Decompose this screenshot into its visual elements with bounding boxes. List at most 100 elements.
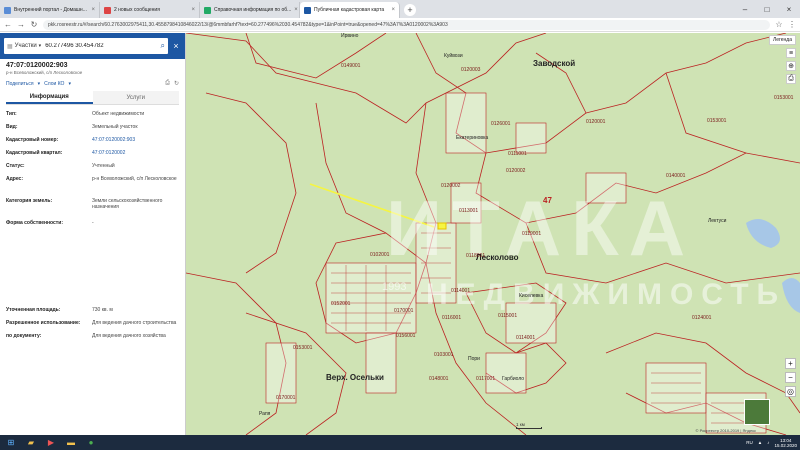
forward-icon[interactable]: → (17, 20, 25, 29)
map-controls: Легенда ≡ ⊕ ⎙ (768, 35, 796, 84)
close-tab-icon[interactable]: × (191, 7, 195, 13)
quarter-label: 0126001 (491, 121, 511, 127)
quarter-label: 0114001 (451, 288, 471, 294)
attribute-list-area: Уточненная площадь: 730 кв. м Разрешенное… (0, 305, 186, 344)
quarter-label: 0153001 (707, 118, 727, 124)
chevron-down-icon: ▾ (38, 43, 42, 49)
system-tray: RU ▲ ♪ 13:04 15.02.2020 (746, 438, 797, 448)
quarter-label: 0153001 (293, 345, 313, 351)
search-icon[interactable]: ⌕ (161, 41, 165, 51)
watermark-subtitle: НЕДВИЖИМОСТЬ (426, 278, 787, 311)
network-icon[interactable]: ▲ (758, 440, 762, 445)
tab-services[interactable]: Услуги (92, 91, 179, 104)
quarter-label: 0113001 (459, 208, 479, 214)
place-irvino: Ирвино (341, 33, 359, 39)
attribute-row: Форма собственности: - (6, 220, 94, 226)
cadastral-quarter-link[interactable]: 47:07:0120002 (92, 150, 179, 156)
attribute-row: по документу: Для ведения дачного хозяйст… (6, 333, 166, 339)
close-tab-icon[interactable]: × (91, 7, 95, 13)
quarter-label: 0115001 (498, 313, 518, 319)
close-panel-icon[interactable]: × (171, 41, 181, 51)
refresh-icon[interactable]: ↻ (174, 80, 179, 87)
browser-tab-active[interactable]: Публичная кадастровая карта × (300, 2, 400, 18)
chrome-icon[interactable]: ● (83, 437, 99, 449)
search-type-select[interactable]: ▦ Участки ▾ (7, 43, 41, 50)
cadastral-number-link[interactable]: 47:07:0120002:903 (92, 137, 179, 143)
favicon-icon (104, 6, 111, 14)
browser-tab[interactable]: 2 новых сообщения × (100, 2, 200, 18)
measure-icon[interactable]: ⊕ (786, 61, 796, 71)
quarter-label: 0148001 (429, 376, 449, 382)
place-lektuzi: Лектуси (708, 218, 727, 224)
clock[interactable]: 13:04 15.02.2020 (774, 438, 797, 448)
place-kiselevka: Киселевка (519, 293, 544, 299)
object-header: 47:07:0120002:903 р-н Всеволожский, с/п … (0, 59, 185, 78)
favicon-icon (4, 6, 11, 14)
favicon-icon (304, 6, 311, 14)
selected-parcel[interactable] (437, 222, 447, 230)
quarter-label: 0170001 (394, 308, 414, 314)
quarter-label: 0111001 (508, 151, 527, 157)
lang-indicator[interactable]: RU (746, 440, 753, 445)
search-input[interactable] (45, 43, 157, 49)
attribute-row: Адрес: р-н Всеволожский, с/п Лесколовское (6, 176, 177, 182)
place-verkh-oselki: Верх. Осельки (326, 373, 384, 382)
quarter-label: 0118001 (466, 253, 486, 259)
basemap-switcher[interactable] (744, 399, 770, 425)
print-icon[interactable]: ⎙ (165, 80, 170, 87)
star-icon[interactable]: ☆ (775, 20, 783, 29)
chevron-down-icon: ▾ (68, 80, 71, 87)
place-lemboloro: Гарбиоло (502, 376, 525, 382)
close-tab-icon[interactable]: × (294, 7, 298, 13)
volume-icon[interactable]: ♪ (767, 440, 769, 445)
maximize-icon[interactable]: □ (756, 0, 778, 18)
zoom-in-button[interactable]: + (785, 358, 796, 369)
new-tab-button[interactable]: + (404, 4, 416, 16)
media-icon[interactable]: ▶ (43, 437, 59, 449)
zoom-out-button[interactable]: − (785, 372, 796, 383)
attribute-row: Вид: Земельный участок (6, 124, 138, 130)
quarter-label: 0156001 (396, 333, 416, 339)
start-icon[interactable]: ⊞ (3, 437, 19, 449)
menu-icon[interactable]: ⋮ (788, 20, 796, 29)
browser-tab[interactable]: Внутренний портал - Домашн... × (0, 2, 100, 18)
lake (746, 219, 780, 248)
quarter-label: 0120003 (461, 67, 481, 73)
minimize-icon[interactable]: – (734, 0, 756, 18)
explorer-icon[interactable]: ▰ (23, 437, 39, 449)
quarter-label: 0120002 (441, 183, 461, 189)
place-ekaterinovka: Екатериновка (456, 135, 489, 141)
panel-tabs: Информация Услуги (6, 91, 179, 105)
info-sidebar: ▦Участки▾ ⌕ × 47:07:0120002:903 р-н Всев… (0, 33, 186, 435)
back-icon[interactable]: ← (4, 20, 12, 29)
search-row: ▦Участки▾ ⌕ × (0, 33, 185, 59)
locate-icon[interactable]: ◎ (785, 386, 796, 397)
url-field[interactable]: pkk.rosreestr.ru/#/search/60.27630029754… (43, 19, 770, 30)
place-raya: Рапя (259, 411, 271, 417)
layers-link[interactable]: Слои КО (44, 81, 64, 87)
share-link[interactable]: Поделиться (6, 81, 34, 87)
chevron-down-icon: ▾ (37, 80, 41, 87)
reload-icon[interactable]: ↻ (30, 20, 38, 29)
attribute-row: Категория земель: Земли сельскохозяйствен… (6, 198, 163, 210)
legend-button[interactable]: Легенда (768, 35, 796, 45)
close-tab-icon[interactable]: × (391, 7, 395, 13)
tab-info[interactable]: Информация (6, 91, 93, 104)
region-number: 47 (543, 196, 552, 205)
watermark-year: 1993 (382, 281, 407, 293)
search-box: ▦Участки▾ ⌕ (4, 38, 168, 54)
folder-icon[interactable]: ▬ (63, 437, 79, 449)
browser-tab[interactable]: Справочная информация по об... × (200, 2, 300, 18)
quarter-label: 0124001 (692, 315, 712, 321)
attribute-row: Тип: Объект недвижимости (6, 111, 145, 117)
object-subtitle: р-н Всеволожский, с/п Лесколовское (6, 70, 83, 75)
layers-icon[interactable]: ≡ (786, 48, 796, 58)
quarter-label: 0152001 (331, 301, 351, 307)
print-icon[interactable]: ⎙ (786, 74, 796, 84)
windows-taskbar: ⊞ ▰ ▶ ▬ ● RU ▲ ♪ 13:04 15.02.2020 (0, 435, 800, 450)
close-window-icon[interactable]: × (778, 0, 800, 18)
measure-line (309, 183, 435, 228)
place-pori: Пори (468, 356, 480, 362)
quarter-label: 0114001 (516, 335, 536, 341)
cadastral-map[interactable]: ИТАКА НЕДВИЖИМОСТЬ 1993 Заводской Лескол… (186, 33, 800, 435)
